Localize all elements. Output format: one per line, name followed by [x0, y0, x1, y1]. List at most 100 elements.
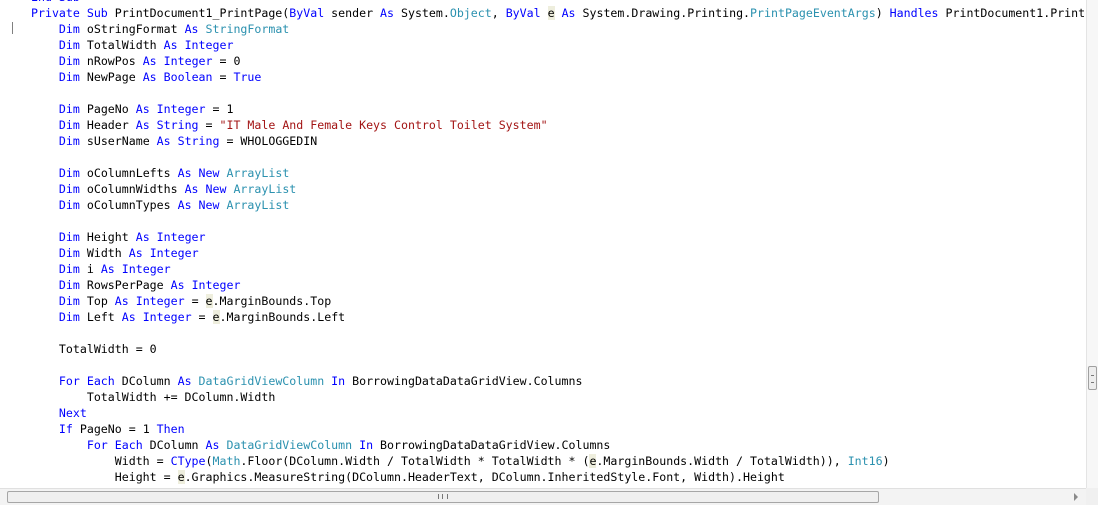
code-token: Width — [79, 246, 129, 260]
code-line[interactable]: Dim PageNo As Integer = 1 — [31, 101, 1086, 117]
code-line[interactable]: Dim Width As Integer — [31, 245, 1086, 261]
code-token: .Graphics.MeasureString(DColumn.HeaderTe… — [184, 470, 785, 484]
code-token: = 1 — [205, 102, 234, 116]
code-line[interactable]: Dim Left As Integer = e.MarginBounds.Lef… — [31, 309, 1086, 325]
code-line[interactable]: Next — [31, 405, 1086, 421]
code-line[interactable]: Dim nRowPos As Integer = 0 — [31, 53, 1086, 69]
code-token: = — [191, 310, 213, 324]
grip-icon — [438, 494, 448, 499]
code-token: For Each — [58, 374, 115, 388]
code-token: Dim — [58, 278, 80, 292]
code-line[interactable]: Dim Header As String = "IT Male And Fema… — [31, 117, 1086, 133]
code-line[interactable] — [31, 325, 1086, 341]
code-token: Dim — [58, 118, 80, 132]
code-token: TotalWidth += DColumn.Width — [31, 390, 276, 404]
code-token: For Each — [86, 438, 143, 452]
code-line[interactable]: TotalWidth += DColumn.Width — [31, 389, 1086, 405]
code-line[interactable]: Dim NewPage As Boolean = True — [31, 69, 1086, 85]
horizontal-scroll-thumb[interactable] — [7, 491, 879, 503]
code-line[interactable]: Dim i As Integer — [31, 261, 1086, 277]
code-token: As New — [184, 182, 227, 196]
code-line[interactable]: Dim sUserName As String = WHOLOGGEDIN — [31, 133, 1086, 149]
vertical-scroll-thumb[interactable] — [1088, 366, 1097, 390]
code-text[interactable]: End SubPrivate Sub PrintDocument1_PrintP… — [31, 0, 1086, 485]
code-token: Dim — [58, 102, 80, 116]
code-token: DColumn — [114, 374, 178, 388]
code-token: As Integer — [163, 38, 234, 52]
code-line[interactable]: For Each DColumn As DataGridViewColumn I… — [31, 373, 1086, 389]
code-token: i — [79, 262, 101, 276]
code-line[interactable] — [31, 149, 1086, 165]
code-token: Dim — [58, 294, 80, 308]
code-token: As Integer — [100, 262, 171, 276]
code-token: PrintPageEventArgs — [750, 6, 876, 20]
code-token: In — [331, 374, 346, 388]
code-token: Dim — [58, 166, 80, 180]
code-token: If — [58, 422, 73, 436]
code-token: ( — [205, 454, 213, 468]
code-line[interactable] — [31, 357, 1086, 373]
code-line[interactable]: Dim TotalWidth As Integer — [31, 37, 1086, 53]
code-line[interactable]: Dim Height As Integer — [31, 229, 1086, 245]
code-token: e — [205, 294, 213, 308]
code-token: Handles — [889, 6, 939, 20]
code-line[interactable]: Height = e.Graphics.MeasureString(DColum… — [31, 469, 1086, 485]
code-token: nRowPos — [79, 54, 143, 68]
code-line[interactable]: Width = CType(Math.Floor(DColumn.Width /… — [31, 453, 1086, 469]
code-line[interactable]: Private Sub PrintDocument1_PrintPage(ByV… — [31, 5, 1086, 21]
code-token: Private Sub — [31, 6, 115, 20]
code-line[interactable]: Dim Top As Integer = e.MarginBounds.Top — [31, 293, 1086, 309]
code-token: ArrayList — [226, 198, 290, 212]
code-token: ArrayList — [226, 166, 290, 180]
code-token: e — [177, 470, 185, 484]
code-token: CType — [170, 454, 206, 468]
code-line[interactable]: Dim oColumnWidths As New ArrayList — [31, 181, 1086, 197]
code-token: Top — [79, 294, 115, 308]
code-token: oColumnWidths — [79, 182, 185, 196]
code-token: ArrayList — [233, 182, 297, 196]
code-token: PrintDocument1.PrintPage — [945, 6, 1087, 20]
vertical-scrollbar[interactable] — [1086, 0, 1098, 488]
code-token: , — [491, 6, 506, 20]
code-line[interactable] — [31, 85, 1086, 101]
code-token: System. — [394, 6, 450, 20]
code-token: NewPage — [79, 70, 143, 84]
code-token: "IT Male And Female Keys Control Toilet … — [219, 118, 548, 132]
code-token: As Integer — [142, 54, 213, 68]
code-editor[interactable]: End SubPrivate Sub PrintDocument1_PrintP… — [0, 0, 1086, 488]
code-token: As New — [177, 166, 220, 180]
code-token: As — [184, 22, 199, 36]
code-line[interactable] — [31, 213, 1086, 229]
code-token: Dim — [58, 54, 80, 68]
code-token: oStringFormat — [79, 22, 185, 36]
code-line[interactable]: Dim oColumnTypes As New ArrayList — [31, 197, 1086, 213]
code-token: As String — [135, 118, 199, 132]
code-token: As New — [177, 198, 220, 212]
scroll-right-arrow-icon[interactable] — [1074, 493, 1078, 501]
code-line[interactable]: TotalWidth = 0 — [31, 341, 1086, 357]
code-token: ByVal — [289, 6, 325, 20]
code-line[interactable]: Dim oColumnLefts As New ArrayList — [31, 165, 1086, 181]
code-line[interactable]: If PageNo = 1 Then — [31, 421, 1086, 437]
horizontal-scrollbar[interactable] — [0, 488, 1086, 505]
code-token: = — [184, 294, 206, 308]
outline-collapse-marker[interactable] — [12, 22, 13, 34]
code-line[interactable]: Dim oStringFormat As StringFormat — [31, 21, 1086, 37]
code-token: Dim — [58, 198, 80, 212]
code-line[interactable]: Dim RowsPerPage As Integer — [31, 277, 1086, 293]
code-line[interactable]: For Each DColumn As DataGridViewColumn I… — [31, 437, 1086, 453]
code-token: As — [561, 6, 576, 20]
code-token: System.Drawing.Printing. — [575, 6, 751, 20]
code-token: e — [212, 310, 220, 324]
